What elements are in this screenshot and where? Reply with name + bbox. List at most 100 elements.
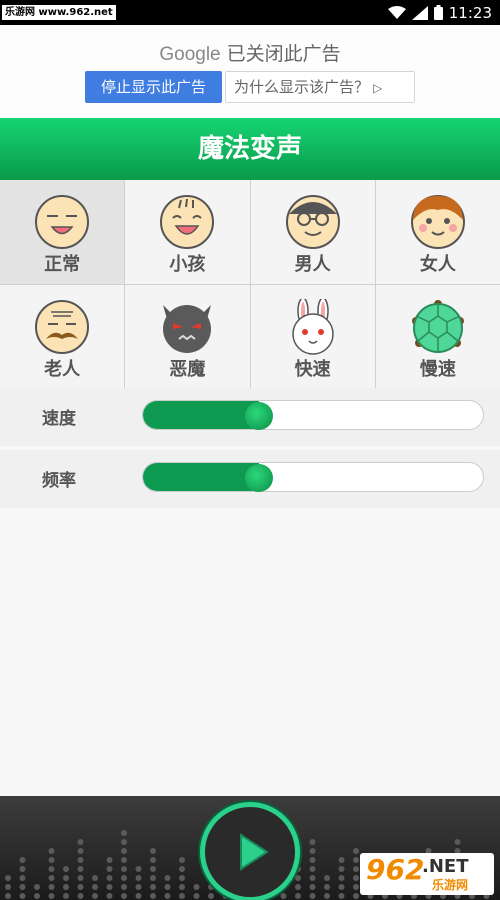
equalizer-dot xyxy=(164,875,171,881)
equalizer-dot xyxy=(77,875,84,881)
voice-label: 女人 xyxy=(419,254,456,275)
voice-woman[interactable]: 女人 xyxy=(375,180,500,284)
woman-face-icon xyxy=(410,195,465,249)
equalizer-dot xyxy=(77,839,84,845)
slider-fill xyxy=(143,401,259,429)
equalizer-dot xyxy=(77,893,84,899)
stop-ad-button[interactable]: 停止显示此广告 xyxy=(85,71,222,103)
equalizer-dot xyxy=(121,893,127,899)
equalizer-dot xyxy=(295,893,301,899)
equalizer-dot xyxy=(19,884,26,890)
voice-slow[interactable]: 慢速 xyxy=(375,285,500,389)
clock: 11:23 xyxy=(448,3,492,22)
equalizer-dot xyxy=(135,893,142,899)
equalizer-dot xyxy=(92,875,98,881)
speed-row: 速度 xyxy=(0,388,500,446)
why-ad-label: 为什么显示该广告？ xyxy=(234,78,370,96)
equalizer-dot xyxy=(121,875,127,881)
voice-grid: 正常 小孩 男人 女人 老人 恶魔 快速 慢速 xyxy=(0,180,500,389)
equalizer-dot xyxy=(77,848,84,854)
equalizer-dot xyxy=(309,857,316,863)
equalizer-dot xyxy=(77,884,84,890)
equalizer-dot xyxy=(34,884,40,890)
equalizer-dot xyxy=(353,848,359,854)
equalizer-dot xyxy=(48,848,55,854)
equalizer-dot xyxy=(353,866,359,872)
equalizer-dot xyxy=(309,866,316,872)
man-face-icon xyxy=(285,195,340,249)
status-bar: 乐游网 www.962.net 11:23 xyxy=(0,0,500,25)
equalizer-dot xyxy=(309,893,316,899)
equalizer-dot xyxy=(309,875,316,881)
voice-normal[interactable]: 正常 xyxy=(0,180,125,284)
equalizer-dot xyxy=(48,884,55,890)
equalizer-dot xyxy=(121,857,127,863)
equalizer-dot xyxy=(338,875,345,881)
site-logo: 962 .NET 乐游网 xyxy=(360,853,494,895)
equalizer-dot xyxy=(19,866,26,872)
voice-man[interactable]: 男人 xyxy=(250,180,375,284)
devil-face-icon xyxy=(163,305,212,353)
voice-devil[interactable]: 恶魔 xyxy=(125,285,250,389)
equalizer-dot xyxy=(338,866,345,872)
equalizer-dot xyxy=(164,884,171,890)
equalizer-dot xyxy=(179,866,185,872)
equalizer-dot xyxy=(309,884,316,890)
equalizer-dot xyxy=(179,857,185,863)
wifi-icon xyxy=(387,5,406,19)
equalizer-dot xyxy=(193,884,200,890)
equalizer-dot xyxy=(150,866,156,872)
equalizer-dot xyxy=(150,848,156,854)
pitch-slider[interactable] xyxy=(142,462,484,492)
equalizer-dot xyxy=(5,875,11,881)
equalizer-dot xyxy=(208,893,214,899)
turtle-icon xyxy=(411,300,464,353)
slider-thumb[interactable] xyxy=(244,402,273,430)
play-button[interactable] xyxy=(200,802,300,900)
battery-icon xyxy=(433,5,443,20)
ad-closed-message: Google 已关闭此广告 xyxy=(0,39,500,66)
equalizer-dot xyxy=(179,884,185,890)
voice-label: 男人 xyxy=(294,254,331,275)
slider-fill xyxy=(143,463,259,491)
voice-label: 快速 xyxy=(294,359,331,380)
equalizer-dot xyxy=(48,866,55,872)
child-face-icon xyxy=(160,195,215,249)
voice-child[interactable]: 小孩 xyxy=(125,180,250,284)
signal-icon xyxy=(411,5,428,20)
equalizer-dot xyxy=(106,893,113,899)
google-logo: Google xyxy=(159,44,221,65)
equalizer-dot xyxy=(48,857,55,863)
equalizer-dot xyxy=(324,875,330,881)
logo-number: 962 xyxy=(366,853,425,886)
equalizer-dot xyxy=(121,884,127,890)
equalizer-dot xyxy=(280,893,287,899)
equalizer-dot xyxy=(353,875,359,881)
voice-label: 慢速 xyxy=(419,359,456,380)
voice-fast[interactable]: 快速 xyxy=(250,285,375,389)
voice-label: 恶魔 xyxy=(169,359,206,380)
equalizer-dot xyxy=(454,839,461,845)
normal-face-icon xyxy=(35,195,89,249)
equalizer-dot xyxy=(106,875,113,881)
equalizer-dot xyxy=(179,875,185,881)
voice-old-man[interactable]: 老人 xyxy=(0,285,125,389)
speed-slider[interactable] xyxy=(142,400,484,430)
equalizer-dot xyxy=(106,857,113,863)
equalizer-dot xyxy=(338,857,345,863)
play-triangle-icon: ▷ xyxy=(373,81,383,95)
equalizer-dot xyxy=(121,866,127,872)
equalizer-dot xyxy=(324,884,330,890)
page-title: 魔法变声 xyxy=(197,134,302,164)
logo-chinese: 乐游网 xyxy=(432,878,469,892)
equalizer-dot xyxy=(77,857,84,863)
equalizer-dot xyxy=(77,866,84,872)
slider-thumb[interactable] xyxy=(244,464,273,492)
equalizer-dot xyxy=(63,866,69,872)
play-icon xyxy=(240,833,269,871)
why-ad-button[interactable]: 为什么显示该广告？ ▷ xyxy=(225,71,415,103)
equalizer-dot xyxy=(295,875,301,881)
equalizer-dot xyxy=(106,884,113,890)
equalizer-dot xyxy=(135,884,142,890)
equalizer-dot xyxy=(338,884,345,890)
